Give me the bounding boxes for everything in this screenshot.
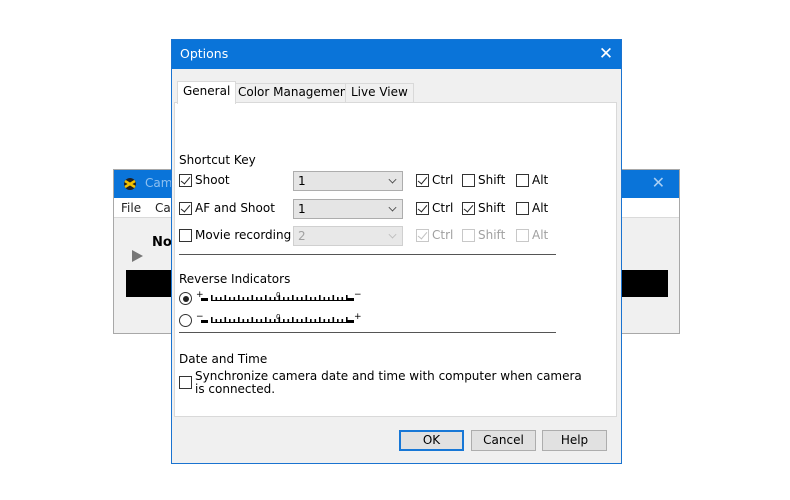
app-logo-icon [124, 178, 136, 190]
shoot-alt-checkbox[interactable] [516, 174, 529, 187]
svg-text:−: − [354, 290, 362, 300]
indicator-normal-radio[interactable] [179, 292, 192, 305]
play-icon[interactable] [132, 250, 143, 262]
movie-ctrl-checkbox [416, 229, 429, 242]
exposure-scale-reversed-icon: − 0 + [196, 312, 362, 323]
background-window-title: Cam [145, 176, 173, 190]
reverse-indicators-heading: Reverse Indicators [179, 272, 291, 286]
exposure-scale-normal-icon: + 0 − [196, 290, 362, 301]
background-close-icon[interactable]: ✕ [652, 173, 665, 192]
movie-recording-key-value: 2 [298, 229, 306, 243]
movie-alt-label: Alt [532, 228, 549, 242]
scale-baseline [211, 300, 347, 301]
dialog-title: Options [180, 46, 229, 61]
af-shoot-checkbox[interactable] [179, 202, 192, 215]
shoot-ctrl-checkbox[interactable] [416, 174, 429, 187]
chevron-down-icon [388, 230, 397, 239]
tab-color-management[interactable]: Color Management [232, 83, 359, 103]
shoot-label: Shoot [195, 173, 230, 187]
svg-text:+: + [354, 312, 362, 322]
tab-live-view[interactable]: Live View [345, 83, 414, 103]
chevron-down-icon [388, 175, 397, 184]
menu-file[interactable]: File [121, 201, 141, 215]
movie-alt-checkbox [516, 229, 529, 242]
separator [179, 254, 556, 255]
shoot-shift-label: Shift [478, 173, 506, 187]
shoot-alt-label: Alt [532, 173, 549, 187]
af-shoot-ctrl-label: Ctrl [432, 201, 454, 215]
svg-text:0: 0 [276, 313, 280, 321]
shoot-key-value: 1 [298, 174, 306, 188]
indicator-reversed-radio[interactable] [179, 314, 192, 327]
sync-label-line1: Synchronize camera date and time with co… [195, 369, 582, 383]
af-shoot-shift-checkbox[interactable] [462, 202, 475, 215]
chevron-down-icon [388, 203, 397, 212]
options-dialog: Options ✕ General Color Management Live … [171, 39, 622, 464]
date-time-heading: Date and Time [179, 352, 268, 366]
dialog-title-bar: Options ✕ [172, 40, 621, 69]
af-shoot-alt-label: Alt [532, 201, 549, 215]
shoot-ctrl-label: Ctrl [432, 173, 454, 187]
movie-recording-key-select: 2 [293, 226, 403, 246]
general-tab-panel: Shortcut Key Shoot 1 Ctrl Shift Alt AF a… [174, 102, 617, 417]
sync-label-line2: is connected. [195, 382, 276, 396]
menu-camera[interactable]: Ca [155, 201, 171, 215]
af-shoot-ctrl-checkbox[interactable] [416, 202, 429, 215]
af-shoot-shift-label: Shift [478, 201, 506, 215]
shoot-checkbox[interactable] [179, 174, 192, 187]
svg-text:0: 0 [276, 291, 280, 299]
background-status-text: No [152, 235, 172, 250]
separator [179, 332, 556, 333]
af-shoot-label: AF and Shoot [195, 201, 275, 215]
af-shoot-alt-checkbox[interactable] [516, 202, 529, 215]
movie-ctrl-label: Ctrl [432, 228, 454, 242]
scale-baseline [211, 322, 347, 323]
tab-general[interactable]: General [177, 81, 237, 104]
cancel-button[interactable]: Cancel [471, 430, 536, 451]
sync-date-time-label: Synchronize camera date and time with co… [195, 370, 582, 396]
close-icon[interactable]: ✕ [591, 40, 621, 69]
movie-recording-label: Movie recording [195, 228, 292, 242]
sync-date-time-checkbox[interactable] [179, 376, 192, 389]
af-shoot-key-value: 1 [298, 202, 306, 216]
af-shoot-key-select[interactable]: 1 [293, 199, 403, 219]
shoot-shift-checkbox[interactable] [462, 174, 475, 187]
shortcut-key-heading: Shortcut Key [179, 153, 256, 167]
movie-shift-label: Shift [478, 228, 506, 242]
shoot-key-select[interactable]: 1 [293, 171, 403, 191]
ok-button[interactable]: OK [399, 430, 464, 451]
movie-shift-checkbox [462, 229, 475, 242]
help-button[interactable]: Help [542, 430, 607, 451]
movie-recording-checkbox[interactable] [179, 229, 192, 242]
